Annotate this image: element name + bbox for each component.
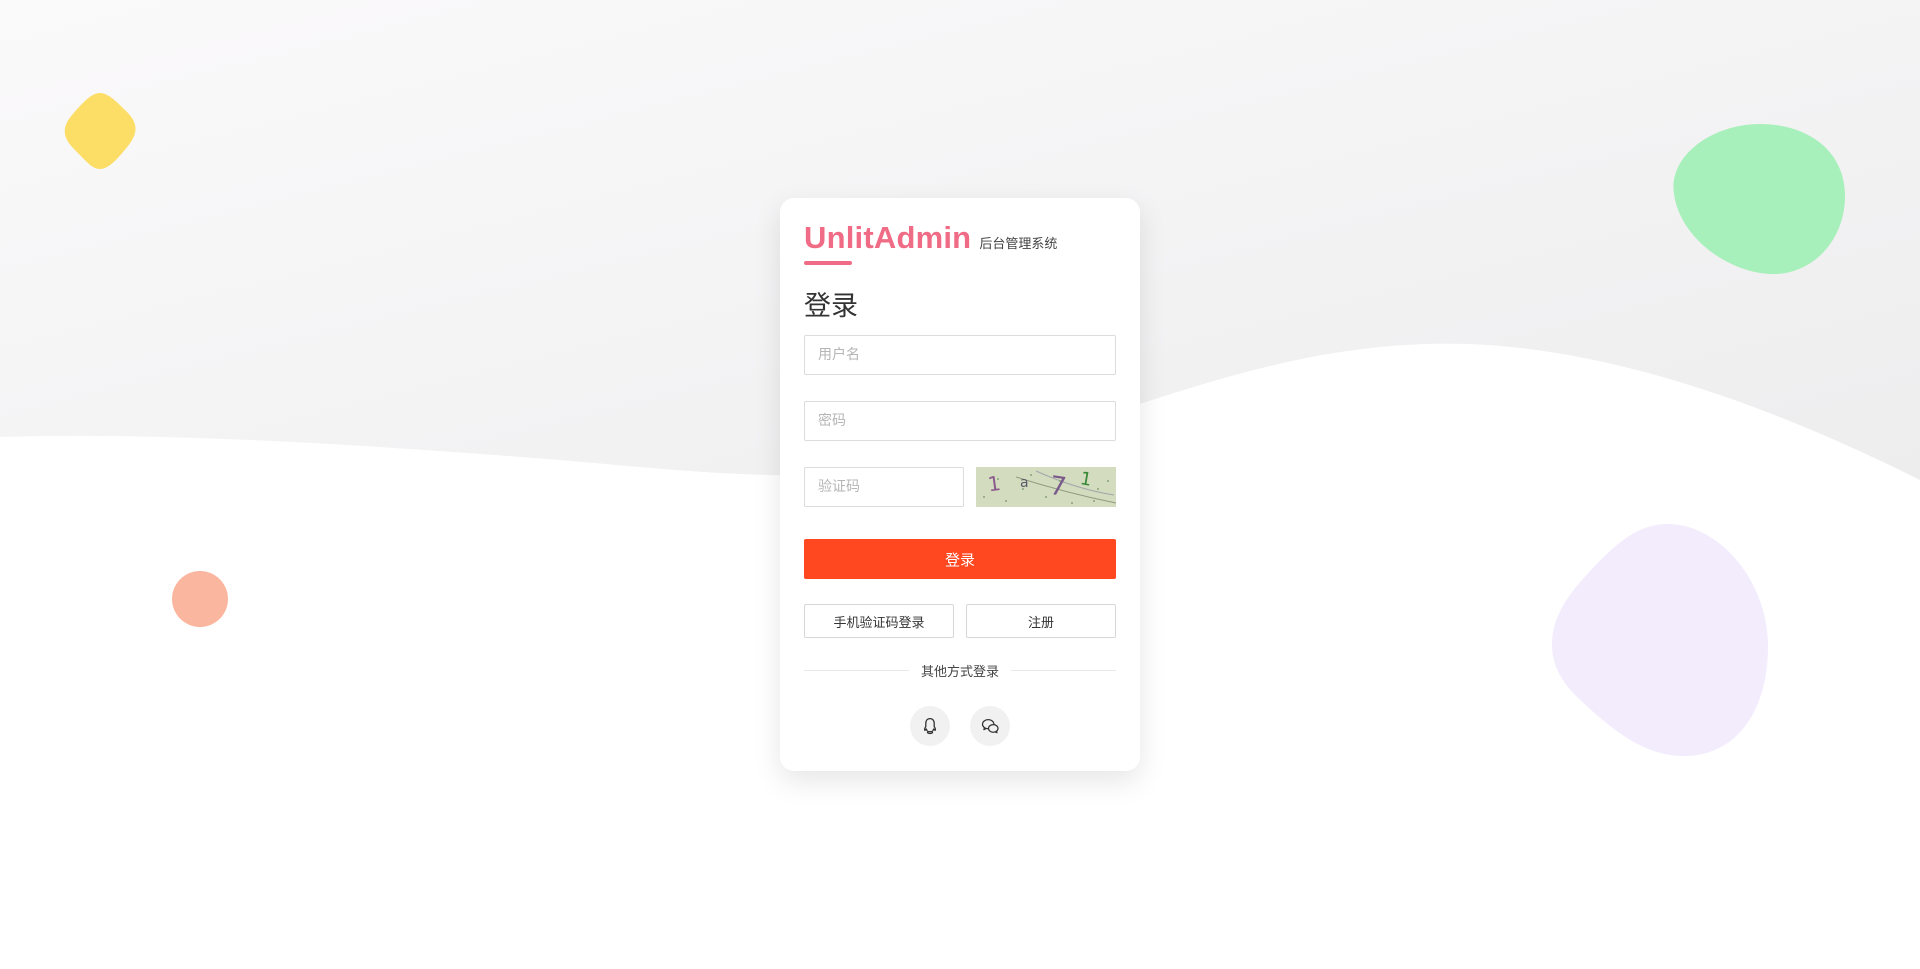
qq-login-button[interactable] <box>910 706 950 746</box>
brand: UnlitAdmin 后台管理系统 <box>804 220 1057 256</box>
captcha-char: 7 <box>1048 471 1069 503</box>
green-blob <box>1673 124 1846 275</box>
login-page: UnlitAdmin 后台管理系统 登录 1 a 7 1 <box>0 0 1920 969</box>
wechat-login-button[interactable] <box>970 706 1010 746</box>
qq-penguin-icon <box>923 717 937 735</box>
wechat-icon <box>981 718 999 733</box>
brand-name: UnlitAdmin <box>804 220 972 255</box>
yellow-blob <box>64 93 136 169</box>
other-login-label: 其他方式登录 <box>921 665 1000 680</box>
register-button[interactable]: 注册 <box>966 604 1116 638</box>
divider-line-left <box>804 670 909 671</box>
brand-subtitle: 后台管理系统 <box>979 237 1058 252</box>
captcha-char: 1 <box>986 471 1002 497</box>
captcha-char: 1 <box>1079 468 1094 491</box>
login-card: UnlitAdmin 后台管理系统 登录 1 a 7 1 <box>780 198 1140 771</box>
other-login-divider: 其他方式登录 <box>804 661 1117 680</box>
username-input[interactable] <box>804 335 1116 375</box>
login-button[interactable]: 登录 <box>804 539 1116 579</box>
orange-circle <box>172 571 228 627</box>
password-input[interactable] <box>804 401 1116 441</box>
divider-line-right <box>1011 670 1117 671</box>
captcha-image[interactable]: 1 a 7 1 <box>976 467 1116 507</box>
login-title: 登录 <box>804 291 858 322</box>
sms-login-button[interactable]: 手机验证码登录 <box>804 604 954 638</box>
brand-underline <box>804 261 852 265</box>
captcha-noise: 1 a 7 1 <box>983 468 1116 504</box>
captcha-char: a <box>1020 475 1029 491</box>
captcha-input[interactable] <box>804 467 964 507</box>
lavender-blob <box>1551 524 1768 756</box>
